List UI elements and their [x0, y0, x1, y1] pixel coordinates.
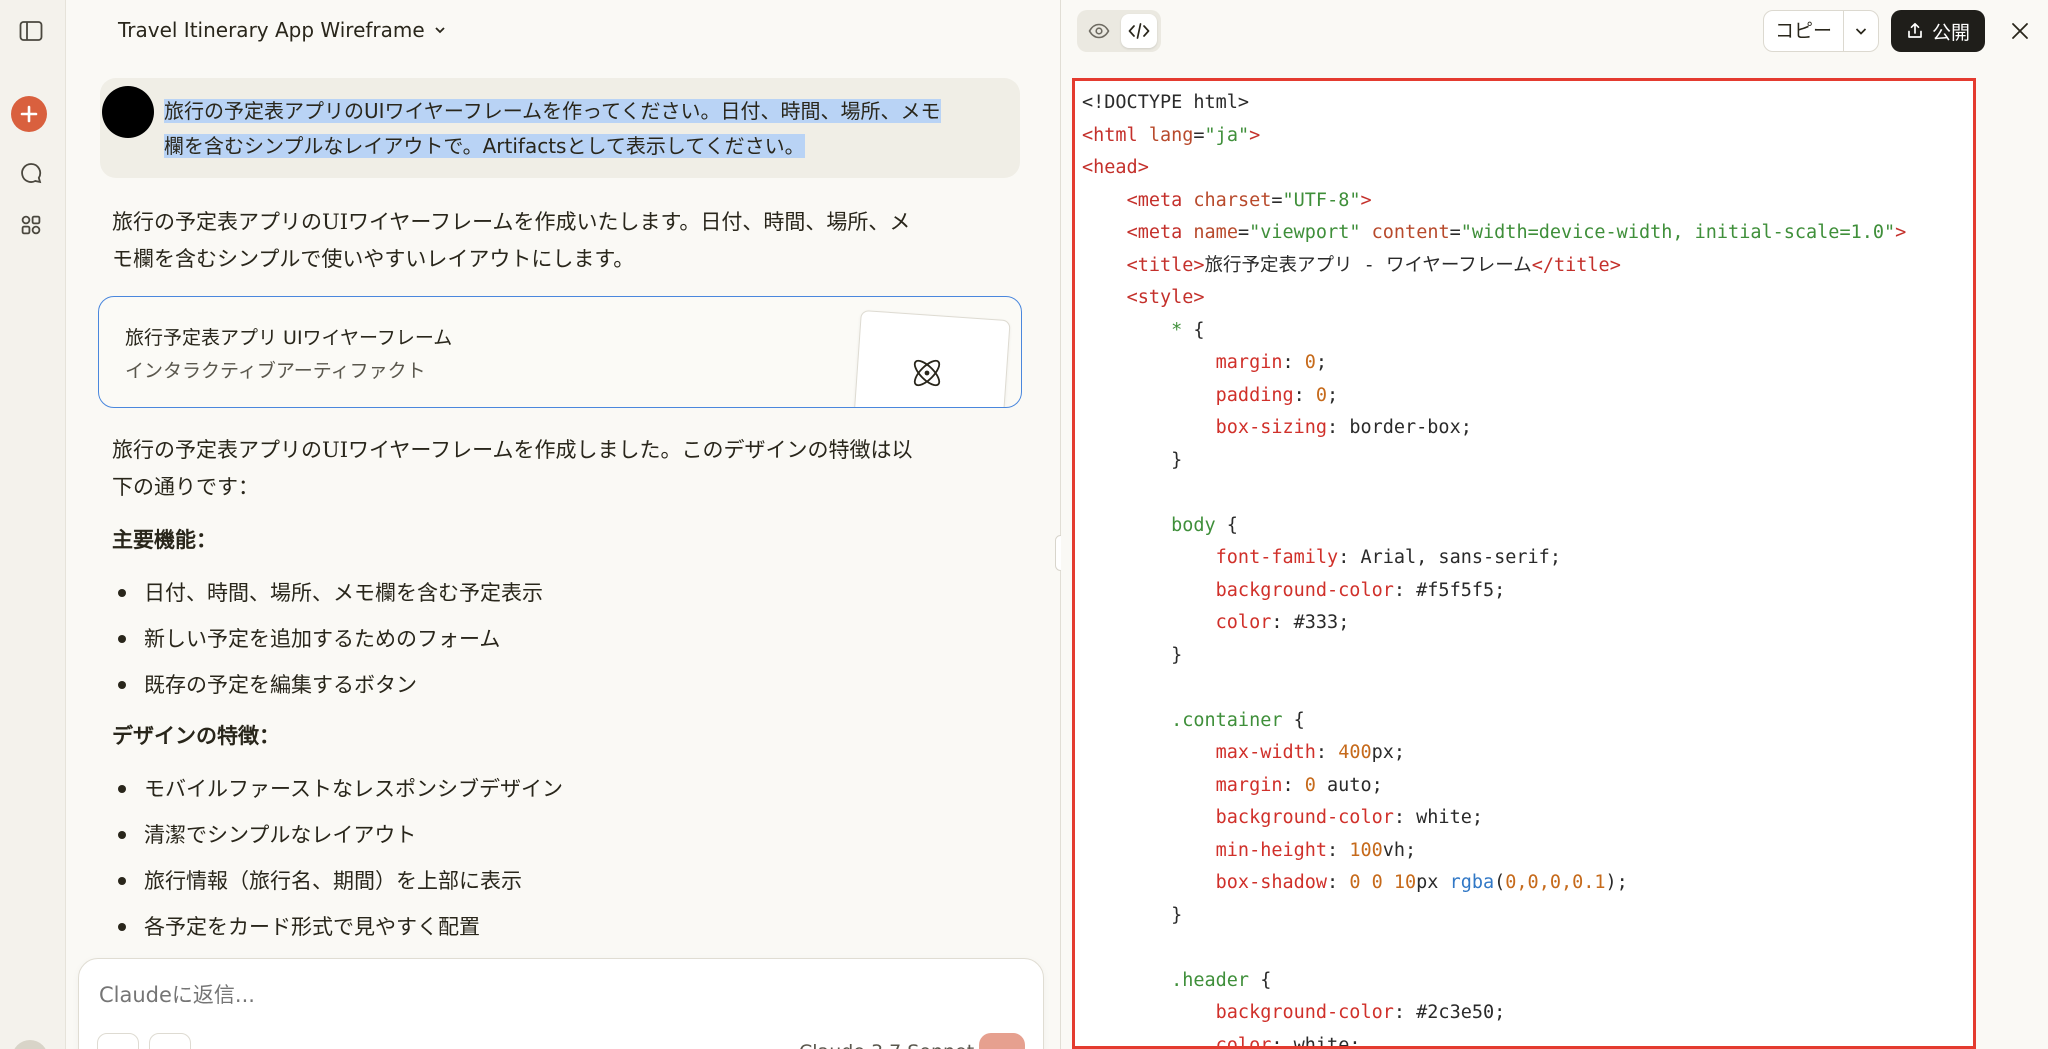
user-message-line: 欄を含むシンプルなレイアウトで。Artifactsとして表示してください。 [164, 134, 805, 158]
chevron-down-icon [435, 27, 445, 34]
design-features-list: モバイルファーストなレスポンシブデザイン 清潔でシンプルなレイアウト 旅行情報（… [118, 766, 563, 950]
list-item: 旅行情報（旅行名、期間）を上部に表示 [118, 858, 563, 904]
reply-line: モ欄を含むシンプルで使いやすいレイアウトにします。 [112, 247, 635, 271]
close-icon [2012, 23, 2028, 39]
new-chat-button[interactable] [11, 96, 47, 132]
list-item: 既存の予定を編集するボタン [118, 662, 543, 708]
reply-composer: Claude 3.7 Sonnet [78, 958, 1044, 1049]
chat-title[interactable]: Travel Itinerary App Wireframe [118, 18, 447, 42]
user-avatar [102, 86, 154, 138]
plus-icon [20, 105, 38, 123]
code-tab[interactable] [1121, 14, 1157, 48]
sidebar-toggle-icon[interactable] [14, 14, 48, 48]
list-item: 清潔でシンプルなレイアウト [118, 812, 563, 858]
chat-panel: Travel Itinerary App Wireframe 旅行の予定表アプリ… [66, 0, 1060, 1049]
user-message-text: 旅行の予定表アプリのUIワイヤーフレームを作ってください。日付、時間、場所、メモ… [164, 94, 984, 164]
artifact-title: 旅行予定表アプリ UIワイヤーフレーム [125, 327, 453, 349]
design-features-heading: デザインの特徴： [112, 723, 280, 748]
model-selector[interactable]: Claude 3.7 Sonnet [799, 1041, 974, 1049]
key-features-list: 日付、時間、場所、メモ欄を含む予定表示 新しい予定を追加するためのフォーム 既存… [118, 570, 543, 708]
close-button[interactable] [2005, 16, 2035, 46]
preview-tab[interactable] [1081, 14, 1117, 48]
chat-title-text: Travel Itinerary App Wireframe [118, 18, 425, 42]
reply-line: 下の通りです： [112, 475, 259, 499]
send-button[interactable] [979, 1033, 1025, 1049]
code-view[interactable]: <!DOCTYPE html> <html lang="ja"> <head> … [1072, 78, 1976, 1049]
list-item: 日付、時間、場所、メモ欄を含む予定表示 [118, 570, 543, 616]
artifact-pane: コピー 公開 <!DOCTYPE html> <html lang="ja"> … [1061, 0, 2048, 1049]
publish-button[interactable]: 公開 [1891, 10, 1985, 52]
code-icon [1128, 23, 1150, 39]
view-toggle [1077, 10, 1161, 52]
account-avatar[interactable] [12, 1040, 48, 1049]
assistant-reply-intro: 旅行の予定表アプリのUIワイヤーフレームを作成いたします。日付、時間、場所、メ … [112, 204, 992, 278]
copy-options-button[interactable] [1844, 11, 1878, 51]
user-message-line: 旅行の予定表アプリのUIワイヤーフレームを作ってください。日付、時間、場所、メモ [164, 99, 941, 123]
reply-input[interactable] [99, 983, 799, 1007]
tools-button[interactable] [149, 1033, 191, 1049]
copy-button[interactable]: コピー [1764, 11, 1844, 51]
list-item: モバイルファーストなレスポンシブデザイン [118, 766, 563, 812]
grid-icon[interactable] [14, 208, 48, 242]
assistant-reply-body: 旅行の予定表アプリのUIワイヤーフレームを作成しました。このデザインの特徴は以 … [112, 432, 992, 506]
copy-group: コピー [1763, 10, 1879, 52]
left-rail [0, 0, 66, 1049]
atom-icon [913, 359, 941, 387]
chat-bubble-icon[interactable] [14, 156, 48, 190]
list-item: 新しい予定を追加するためのフォーム [118, 616, 543, 662]
attach-button[interactable] [97, 1033, 139, 1049]
reply-line: 旅行の予定表アプリのUIワイヤーフレームを作成しました。このデザインの特徴は以 [112, 438, 913, 462]
list-item: 各予定をカード形式で見やすく配置 [118, 904, 563, 950]
key-features-heading: 主要機能： [112, 527, 217, 552]
publish-label: 公開 [1931, 21, 1970, 44]
code-content: <!DOCTYPE html> <html lang="ja"> <head> … [1082, 92, 1907, 1049]
eye-icon [1088, 23, 1110, 39]
reply-line: 旅行の予定表アプリのUIワイヤーフレームを作成いたします。日付、時間、場所、メ [112, 210, 911, 234]
artifact-subtitle: インタラクティブアーティファクト [125, 360, 426, 382]
artifact-card[interactable]: 旅行予定表アプリ UIワイヤーフレーム インタラクティブアーティファクト [98, 296, 1022, 408]
chevron-down-icon [1855, 28, 1867, 35]
share-icon [1908, 22, 1922, 38]
